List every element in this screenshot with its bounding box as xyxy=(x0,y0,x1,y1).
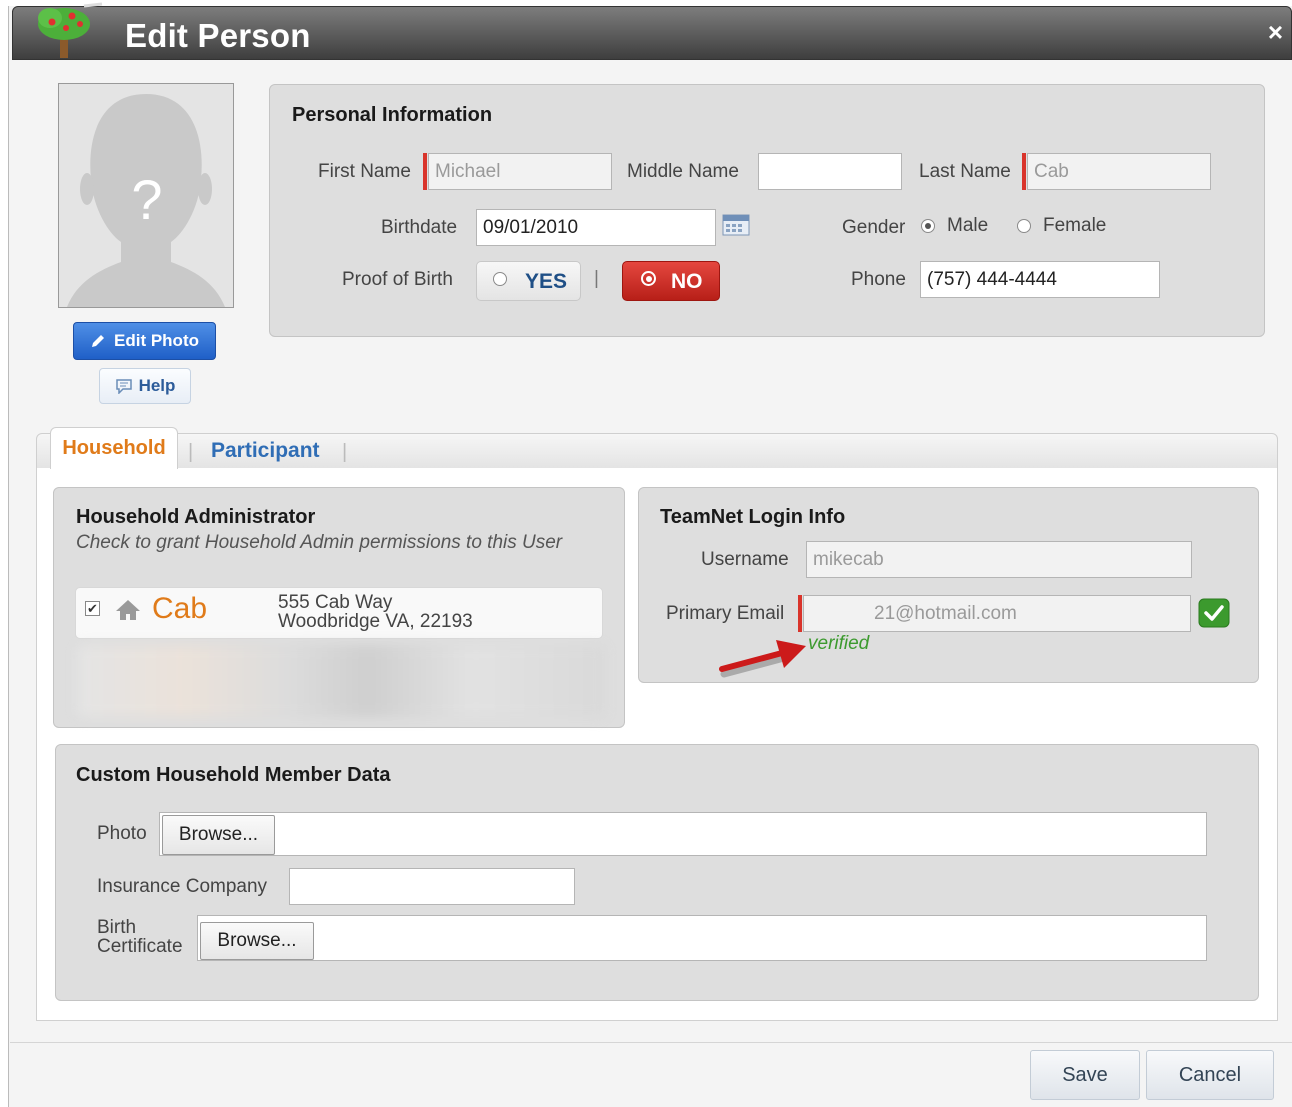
blurred-region xyxy=(77,645,605,717)
verified-text: verified xyxy=(808,633,870,654)
proof-no-label: NO xyxy=(671,270,703,293)
username-field[interactable]: mikecab xyxy=(806,541,1192,578)
primary-email-field[interactable]: 21@hotmail.com xyxy=(803,595,1191,632)
insurance-company-field[interactable] xyxy=(289,868,575,905)
birthdate-label: Birthdate xyxy=(381,217,458,238)
last-name-label: Last Name xyxy=(919,161,1011,182)
verified-check-icon xyxy=(1198,598,1230,628)
middle-name-label: Middle Name xyxy=(627,161,739,182)
calendar-icon[interactable] xyxy=(722,212,750,236)
middle-name-field[interactable] xyxy=(758,153,902,190)
username-label: Username xyxy=(701,549,789,570)
proof-yes-radio-icon xyxy=(493,272,507,286)
help-label: Help xyxy=(138,376,176,395)
tab-household[interactable]: Household xyxy=(50,427,178,469)
dialog-title: Edit Person xyxy=(125,17,311,54)
phone-label: Phone xyxy=(851,269,906,290)
edit-photo-label: Edit Photo xyxy=(114,331,199,350)
required-marker xyxy=(423,153,427,190)
proof-separator: | xyxy=(594,268,599,289)
birthdate-field[interactable]: 09/01/2010 xyxy=(476,209,716,246)
person-photo: ? xyxy=(58,83,234,308)
last-name-field[interactable]: Cab xyxy=(1027,153,1211,190)
teamnet-login-title: TeamNet Login Info xyxy=(660,506,846,528)
tab-participant[interactable]: Participant xyxy=(211,439,320,463)
avatar-silhouette-icon: ? xyxy=(59,84,233,307)
first-name-field[interactable]: Michael xyxy=(428,153,612,190)
footer-divider xyxy=(10,1042,1292,1043)
birth-certificate-label-line2: Certificate xyxy=(97,936,183,957)
required-marker xyxy=(798,595,802,632)
gender-label: Gender xyxy=(842,217,906,238)
household-admin-checkbox[interactable]: ✔ xyxy=(85,601,100,616)
custom-data-title: Custom Household Member Data xyxy=(76,764,391,786)
primary-email-label: Primary Email xyxy=(666,603,785,624)
home-icon xyxy=(116,600,140,620)
photo-file-field[interactable] xyxy=(159,812,1207,856)
household-address-line1: 555 Cab Way xyxy=(278,592,393,613)
tree-icon xyxy=(38,2,103,58)
insurance-company-label: Insurance Company xyxy=(97,876,268,897)
photo-placeholder-glyph: ? xyxy=(131,168,162,231)
gender-female-label[interactable]: Female xyxy=(1043,215,1106,237)
gender-male-label[interactable]: Male xyxy=(947,215,988,237)
save-button[interactable]: Save xyxy=(1030,1050,1140,1100)
household-row[interactable]: ✔ Cab 555 Cab Way Woodbridge VA, 22193 xyxy=(75,587,603,639)
close-icon[interactable]: × xyxy=(1268,17,1283,48)
required-marker xyxy=(1022,153,1026,190)
household-admin-title: Household Administrator xyxy=(76,506,316,528)
first-name-label: First Name xyxy=(318,161,411,182)
proof-yes-label: YES xyxy=(525,270,568,293)
household-name: Cab xyxy=(152,592,208,625)
household-admin-subtitle: Check to grant Household Admin permissio… xyxy=(76,532,563,553)
birth-certificate-label-line1: Birth xyxy=(97,917,137,938)
photo-browse-button[interactable]: Browse... xyxy=(162,815,275,855)
tab-divider: | xyxy=(342,441,348,463)
speech-bubble-icon xyxy=(115,379,132,394)
proof-of-birth-label: Proof of Birth xyxy=(342,269,453,290)
red-arrow-annotation-icon xyxy=(719,640,806,678)
title-bar[interactable]: Edit Person × xyxy=(12,6,1292,60)
proof-yes-button[interactable]: YES xyxy=(476,261,581,301)
gender-female-radio[interactable] xyxy=(1017,219,1031,233)
cancel-button[interactable]: Cancel xyxy=(1146,1050,1274,1100)
phone-field[interactable]: (757) 444-4444 xyxy=(920,261,1160,298)
proof-no-radio-icon xyxy=(641,271,656,286)
pencil-icon xyxy=(92,335,104,347)
birth-certificate-file-field[interactable] xyxy=(197,915,1207,961)
household-address-line2: Woodbridge VA, 22193 xyxy=(278,611,473,632)
tab-divider: | xyxy=(188,441,194,463)
help-button[interactable]: Help xyxy=(99,368,191,404)
proof-no-button[interactable]: NO xyxy=(622,261,720,301)
gender-male-radio[interactable] xyxy=(921,219,935,233)
birth-certificate-browse-button[interactable]: Browse... xyxy=(200,922,314,960)
edit-photo-button[interactable]: Edit Photo xyxy=(73,322,216,360)
personal-information-title: Personal Information xyxy=(292,104,493,126)
photo-label: Photo xyxy=(97,823,147,844)
